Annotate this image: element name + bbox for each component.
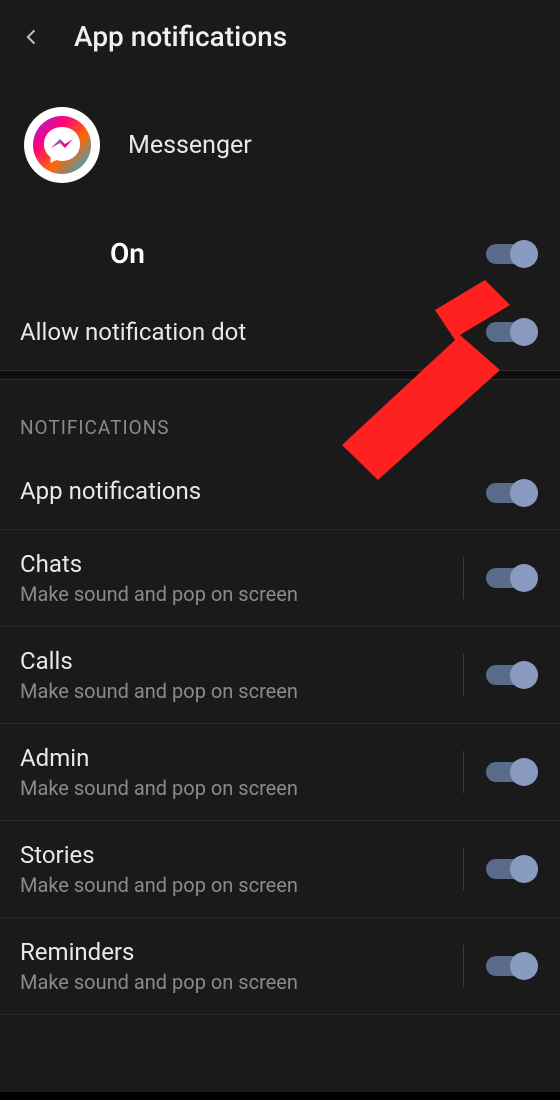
channel-toggle-chats[interactable] bbox=[486, 568, 536, 588]
bottom-bar bbox=[0, 1092, 560, 1100]
app-notifications-toggle[interactable] bbox=[486, 483, 536, 503]
back-icon[interactable] bbox=[20, 25, 44, 49]
channel-title: Calls bbox=[20, 647, 463, 675]
channel-toggle-reminders[interactable] bbox=[486, 956, 536, 976]
app-notifications-row[interactable]: App notifications bbox=[0, 457, 560, 530]
channel-title: Reminders bbox=[20, 938, 463, 966]
vertical-divider bbox=[463, 945, 464, 987]
channel-subtitle: Make sound and pop on screen bbox=[20, 970, 463, 994]
master-toggle-row: On bbox=[0, 219, 560, 288]
channel-row-chats[interactable]: Chats Make sound and pop on screen bbox=[0, 530, 560, 627]
section-divider bbox=[0, 370, 560, 380]
app-icon bbox=[24, 107, 100, 183]
channel-subtitle: Make sound and pop on screen bbox=[20, 582, 463, 606]
page-title: App notifications bbox=[74, 20, 287, 53]
channel-subtitle: Make sound and pop on screen bbox=[20, 776, 463, 800]
channel-subtitle: Make sound and pop on screen bbox=[20, 873, 463, 897]
vertical-divider bbox=[463, 557, 464, 599]
notification-dot-toggle[interactable] bbox=[486, 322, 536, 342]
channel-toggle-calls[interactable] bbox=[486, 665, 536, 685]
vertical-divider bbox=[463, 654, 464, 696]
channel-title: Stories bbox=[20, 841, 463, 869]
vertical-divider bbox=[463, 751, 464, 793]
app-info-row: Messenger bbox=[0, 77, 560, 219]
master-toggle-label: On bbox=[110, 237, 145, 270]
notification-dot-row[interactable]: Allow notification dot bbox=[0, 288, 560, 370]
header: App notifications bbox=[0, 0, 560, 77]
channel-title: Chats bbox=[20, 550, 463, 578]
channel-row-calls[interactable]: Calls Make sound and pop on screen bbox=[0, 627, 560, 724]
notification-dot-label: Allow notification dot bbox=[20, 318, 246, 346]
messenger-icon bbox=[33, 116, 91, 174]
channel-title: Admin bbox=[20, 744, 463, 772]
app-notifications-label: App notifications bbox=[20, 477, 486, 505]
channel-subtitle: Make sound and pop on screen bbox=[20, 679, 463, 703]
channel-row-admin[interactable]: Admin Make sound and pop on screen bbox=[0, 724, 560, 821]
master-toggle-switch[interactable] bbox=[486, 244, 536, 264]
vertical-divider bbox=[463, 848, 464, 890]
section-header-notifications: NOTIFICATIONS bbox=[0, 380, 560, 457]
channel-toggle-stories[interactable] bbox=[486, 859, 536, 879]
app-name-label: Messenger bbox=[128, 131, 252, 160]
channel-toggle-admin[interactable] bbox=[486, 762, 536, 782]
channel-row-reminders[interactable]: Reminders Make sound and pop on screen bbox=[0, 918, 560, 1015]
channel-row-stories[interactable]: Stories Make sound and pop on screen bbox=[0, 821, 560, 918]
